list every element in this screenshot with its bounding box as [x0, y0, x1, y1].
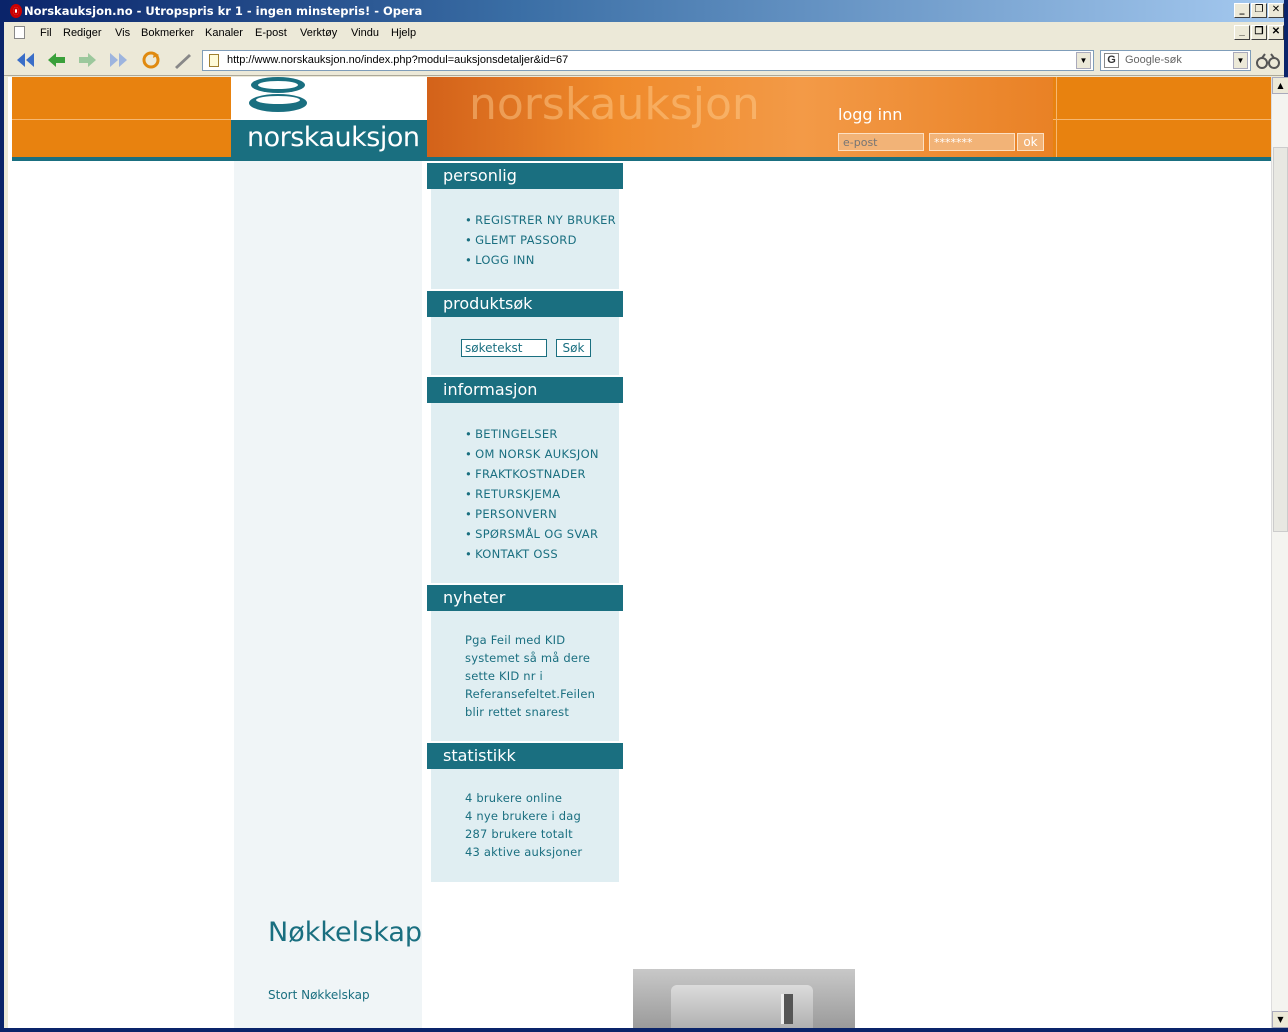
product-title: Nøkkelskap [268, 917, 423, 948]
statistikk-panel: 4 brukere online 4 nye brukere i dag 287… [431, 769, 619, 882]
window-title: Norskauksjon.no - Utropspris kr 1 - inge… [24, 4, 423, 18]
vertical-scrollbar[interactable]: ▲ ▼ [1271, 77, 1288, 1028]
nyheter-panel: Pga Feil med KID systemet så må dere set… [431, 611, 619, 741]
news-line: blir rettet snarest [465, 705, 570, 719]
browser-window: Norskauksjon.no - Utropspris kr 1 - inge… [0, 0, 1288, 1032]
personlig-panel: • REGISTRER NY BRUKER • GLEMT PASSORD • LOG… [431, 189, 619, 289]
address-bar[interactable]: http://www.norskauksjon.no/index.php?mod… [202, 50, 1094, 71]
link-kontakt-oss[interactable]: • KONTAKT OSS [465, 547, 558, 561]
cabinet-latch [781, 994, 793, 1024]
doc-restore-button[interactable]: ❐ [1251, 25, 1267, 40]
header-vline [1056, 77, 1057, 157]
menu-kanaler[interactable]: Kanaler [205, 27, 243, 39]
close-button[interactable]: ✕ [1268, 3, 1284, 18]
logo-mark-icon [249, 77, 307, 112]
nyheter-heading: nyheter [427, 585, 623, 611]
page-viewport: norskauksjon norskauksjon logg inn ok pe… [8, 77, 1271, 1028]
menu-rediger[interactable]: Rediger [63, 27, 102, 39]
email-input[interactable] [838, 133, 924, 151]
menu-bar: Fil Rediger Vis Bokmerker Kanaler E-post… [4, 22, 1284, 44]
link-betingelser[interactable]: • BETINGELSER [465, 427, 558, 441]
password-input[interactable] [929, 133, 1015, 151]
menu-verktoy[interactable]: Verktøy [300, 27, 337, 39]
scroll-down-button[interactable]: ▼ [1272, 1011, 1288, 1028]
personlig-heading: personlig [427, 163, 623, 189]
fast-forward-icon[interactable] [108, 50, 130, 70]
minimize-button[interactable]: _ [1234, 3, 1250, 18]
search-field[interactable]: G Google-søk ▼ [1100, 50, 1251, 71]
left-column [234, 161, 422, 1028]
menu-vis[interactable]: Vis [115, 27, 130, 39]
login-banner: norskauksjon logg inn ok [427, 77, 1053, 157]
stat-line: 4 nye brukere i dag [465, 809, 581, 823]
document-icon [14, 26, 25, 39]
produktsok-heading: produktsøk [427, 291, 623, 317]
forward-icon[interactable] [76, 50, 98, 70]
product-search-button[interactable]: Søk [556, 339, 591, 357]
site-logo[interactable]: norskauksjon [231, 77, 427, 157]
stat-line: 4 brukere online [465, 791, 563, 805]
link-returskjema[interactable]: • RETURSKJEMA [465, 487, 560, 501]
search-placeholder: Google-søk [1125, 54, 1182, 66]
scroll-up-button[interactable]: ▲ [1272, 77, 1288, 94]
title-bar: Norskauksjon.no - Utropspris kr 1 - inge… [4, 0, 1284, 22]
menu-hjelp[interactable]: Hjelp [391, 27, 416, 39]
binoculars-icon[interactable] [1256, 52, 1280, 70]
stat-line: 287 brukere totalt [465, 827, 573, 841]
menu-bokmerker[interactable]: Bokmerker [141, 27, 194, 39]
menu-fil[interactable]: Fil [40, 27, 52, 39]
news-line: Pga Feil med KID [465, 633, 566, 647]
doc-close-button[interactable]: ✕ [1268, 25, 1284, 40]
informasjon-panel: • BETINGELSER • OM NORSK AUKSJON • FRAKTKOS… [431, 403, 619, 583]
doc-minimize-button[interactable]: _ [1234, 25, 1250, 40]
logo-text: norskauksjon [231, 120, 427, 157]
news-line: sette KID nr i [465, 669, 543, 683]
link-logg-inn[interactable]: • LOGG INN [465, 253, 535, 267]
menu-epost[interactable]: E-post [255, 27, 287, 39]
news-line: systemet så må dere [465, 651, 591, 665]
edit-icon[interactable] [172, 50, 194, 70]
login-title: logg inn [838, 105, 903, 124]
link-om-norsk-auksjon[interactable]: • OM NORSK AUKSJON [465, 447, 599, 461]
product-image[interactable] [633, 969, 855, 1028]
address-dropdown-button[interactable]: ▼ [1076, 52, 1091, 69]
opera-icon [10, 4, 22, 18]
search-dropdown-button[interactable]: ▼ [1233, 52, 1248, 69]
reload-icon[interactable] [140, 50, 162, 70]
rewind-icon[interactable] [14, 50, 36, 70]
login-ok-button[interactable]: ok [1017, 133, 1044, 151]
product-search-input[interactable]: søketekst [461, 339, 547, 357]
news-line: Referansefeltet.Feilen [465, 687, 596, 701]
restore-button[interactable]: ❐ [1251, 3, 1267, 18]
link-sporsmal-og-svar[interactable]: • SPØRSMÅL OG SVAR [465, 527, 598, 541]
page-icon [209, 54, 219, 67]
scroll-thumb[interactable] [1273, 147, 1288, 532]
produktsok-panel: søketekst Søk [431, 317, 619, 375]
header-underline [12, 157, 1271, 161]
link-glemt-passord[interactable]: • GLEMT PASSORD [465, 233, 577, 247]
menu-vindu[interactable]: Vindu [351, 27, 379, 39]
link-personvern[interactable]: • PERSONVERN [465, 507, 557, 521]
product-subtitle: Stort Nøkkelskap [268, 988, 370, 1002]
banner-watermark: norskauksjon [469, 79, 760, 130]
back-icon[interactable] [46, 50, 68, 70]
informasjon-heading: informasjon [427, 377, 623, 403]
google-icon: G [1104, 53, 1119, 68]
address-url[interactable]: http://www.norskauksjon.no/index.php?mod… [227, 54, 568, 66]
stat-line: 43 aktive auksjoner [465, 845, 583, 859]
statistikk-heading: statistikk [427, 743, 623, 769]
link-registrer[interactable]: • REGISTRER NY BRUKER [465, 213, 616, 227]
link-fraktkostnader[interactable]: • FRAKTKOSTNADER [465, 467, 586, 481]
navigation-toolbar: http://www.norskauksjon.no/index.php?mod… [4, 44, 1284, 76]
